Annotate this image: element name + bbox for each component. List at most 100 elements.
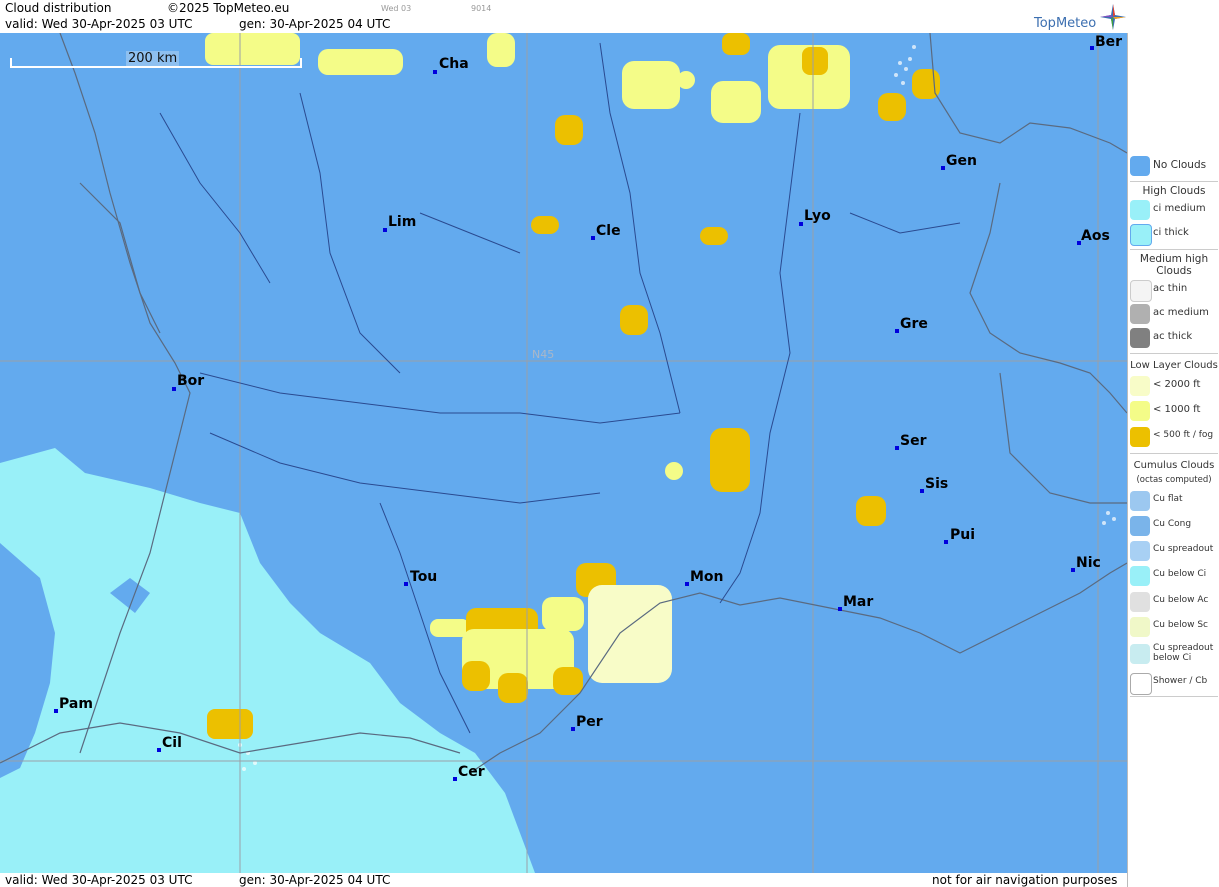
legend-cu-below-ac: Cu below Ac [1128, 591, 1219, 613]
city-marker [895, 329, 899, 333]
header: Cloud distribution ©2025 TopMeteo.eu Wed… [0, 0, 1127, 33]
cu-spreadout-below-ci-swatch [1130, 644, 1150, 664]
city-label: Pam [59, 696, 93, 712]
ci-thick-swatch [1130, 224, 1152, 246]
footer-valid-time: valid: Wed 30-Apr-2025 03 UTC [5, 873, 193, 887]
city-marker [1090, 46, 1094, 50]
city-marker [944, 540, 948, 544]
legend-heading: High Clouds [1142, 185, 1206, 197]
legend-ac-medium: ac medium [1128, 303, 1219, 325]
city-marker [941, 166, 945, 170]
city-label: Lyo [804, 208, 831, 224]
legend-cu-spreadout-below-ci: Cu spreadout below Ci [1128, 643, 1219, 671]
city-label: Cil [162, 735, 182, 751]
city-label: Cle [596, 223, 621, 239]
legend-no-clouds: No Clouds [1128, 155, 1219, 177]
legend-divider [1130, 453, 1218, 454]
city-label: Bor [177, 373, 205, 389]
legend-shower-cb: Shower / Cb [1128, 672, 1219, 695]
ci-medium-swatch [1130, 200, 1150, 220]
city-label: Gen [946, 153, 977, 169]
city-marker [1071, 568, 1075, 572]
footer-disclaimer: not for air navigation purposes [932, 873, 1118, 887]
small-tag: Wed 03 [381, 4, 412, 13]
city-label: Mon [690, 569, 724, 585]
city-label: Gre [900, 316, 928, 332]
city-label: Cer [458, 764, 485, 780]
valid-time: valid: Wed 30-Apr-2025 03 UTC [5, 17, 193, 31]
generated-time: gen: 30-Apr-2025 04 UTC [239, 17, 391, 31]
legend-heading: Low Layer Clouds [1130, 360, 1218, 371]
city-label: Per [576, 714, 603, 730]
city-label: Pui [950, 527, 976, 543]
brand-name: TopMeteo [1034, 16, 1097, 31]
high-cloud-area [0, 448, 535, 873]
city-marker [571, 727, 575, 731]
legend-cu-flat: Cu flat [1128, 490, 1219, 512]
city-marker [433, 70, 437, 74]
cumulus-dots [238, 45, 1116, 771]
legend-cu-below-sc: Cu below Sc [1128, 616, 1219, 638]
footer-generated-time: gen: 30-Apr-2025 04 UTC [239, 873, 391, 887]
city-marker [895, 446, 899, 450]
city-label: Ser [900, 433, 927, 449]
small-tag: 9014 [471, 4, 492, 13]
lt-1000-swatch [1130, 401, 1150, 421]
legend-cu-below-ci: Cu below Ci [1128, 565, 1219, 587]
legend-heading: Cumulus Clouds [1133, 460, 1215, 471]
legend-ci-thick: ci thick [1128, 223, 1219, 246]
city-marker [838, 607, 842, 611]
city-marker [54, 709, 58, 713]
map-title: Cloud distribution [5, 1, 112, 15]
legend-heading: Medium high Clouds [1139, 253, 1209, 277]
city-marker [172, 387, 176, 391]
legend-divider [1130, 353, 1218, 354]
copyright: ©2025 TopMeteo.eu [167, 1, 290, 15]
city-label: Tou [410, 569, 438, 585]
scale-label: 200 km [126, 51, 180, 66]
legend-lt-500: < 500 ft / fog [1128, 426, 1219, 448]
no-clouds-swatch [1130, 156, 1150, 176]
cu-below-ci-swatch [1130, 566, 1150, 586]
city-marker [799, 222, 803, 226]
city-marker [591, 236, 595, 240]
legend-panel: No Clouds High Clouds ci medium ci thick… [1127, 33, 1219, 887]
city-label: Sis [925, 476, 949, 492]
latitude-label: N45 [532, 348, 555, 361]
legend-ac-thick: ac thick [1128, 327, 1219, 349]
city-marker [383, 228, 387, 232]
city-label: Nic [1076, 555, 1101, 571]
city-label: Aos [1081, 228, 1110, 244]
city-label: Ber [1095, 34, 1123, 50]
legend-divider [1130, 181, 1218, 182]
compass-logo-icon [1100, 4, 1126, 30]
legend-ci-medium: ci medium [1128, 199, 1219, 221]
legend-lt-1000: < 1000 ft [1128, 400, 1219, 422]
city-label: Lim [388, 214, 417, 230]
cu-spreadout-swatch [1130, 541, 1150, 561]
ac-thick-swatch [1130, 328, 1150, 348]
cu-below-ac-swatch [1130, 592, 1150, 612]
legend-cu-spreadout: Cu spreadout [1128, 540, 1219, 562]
city-marker [453, 777, 457, 781]
legend-divider [1130, 696, 1218, 697]
legend-lt-2000: < 2000 ft [1128, 375, 1219, 397]
city-marker [685, 582, 689, 586]
cu-flat-swatch [1130, 491, 1150, 511]
city-label: Cha [439, 56, 469, 72]
footer: valid: Wed 30-Apr-2025 03 UTC gen: 30-Ap… [0, 873, 1127, 887]
ac-medium-swatch [1130, 304, 1150, 324]
shower-cb-swatch [1130, 673, 1152, 695]
legend-subheading: (octas computed) [1136, 475, 1212, 485]
city-label: Mar [843, 594, 874, 610]
lt-2000-swatch [1130, 376, 1150, 396]
city-marker [920, 489, 924, 493]
lt-500-swatch [1130, 427, 1150, 447]
legend-cu-cong: Cu Cong [1128, 515, 1219, 537]
city-marker [404, 582, 408, 586]
legend-ac-thin: ac thin [1128, 279, 1219, 302]
cu-below-sc-swatch [1130, 617, 1150, 637]
ac-thin-swatch [1130, 280, 1152, 302]
cloud-map[interactable]: 200 km N45 Cha Ber Gen Lim Cle Lyo Aos G… [0, 33, 1127, 873]
city-marker [157, 748, 161, 752]
